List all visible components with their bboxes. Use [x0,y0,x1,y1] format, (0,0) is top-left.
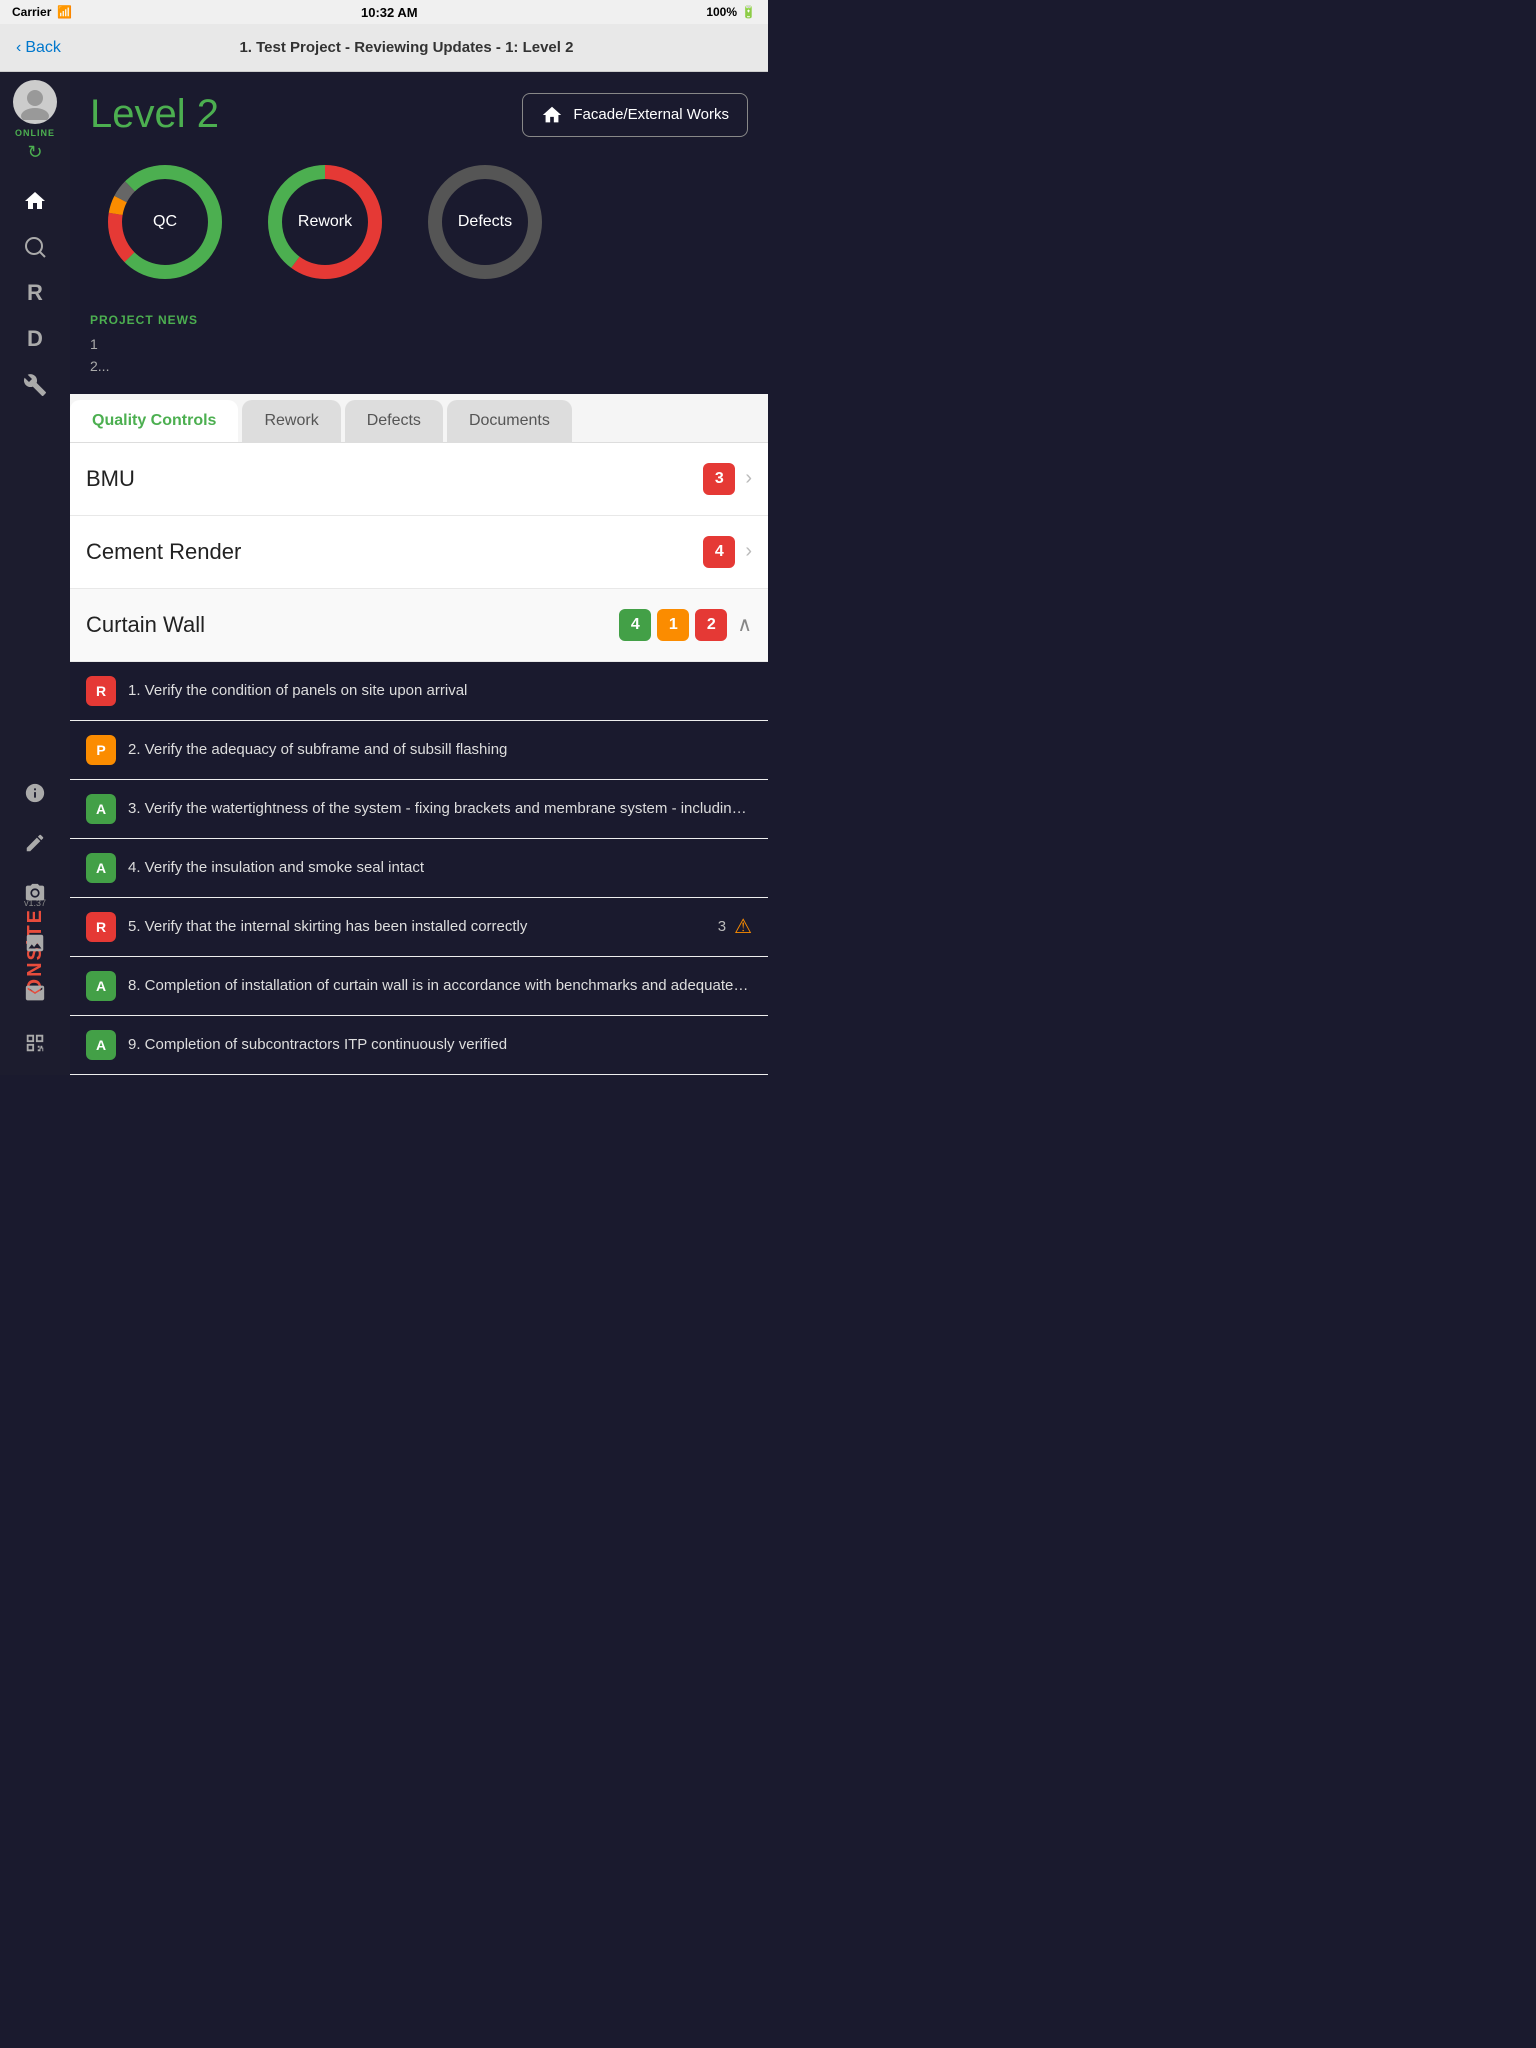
sub-item-4[interactable]: A 4. Verify the insulation and smoke sea… [70,839,768,898]
curtain-wall-chevron-icon: ∧ [737,612,752,637]
news-item-1: 1 [90,333,748,355]
sub-badge-1: R [86,676,116,706]
bmu-label: BMU [86,466,697,492]
status-right: 100% 🔋 [706,5,756,19]
content-area: Level 2 Facade/External Works [70,72,768,1075]
charts-row: QC Rework [90,157,748,287]
news-title: PROJECT NEWS [90,313,748,327]
sub-item-2[interactable]: P 2. Verify the adequacy of subframe and… [70,721,768,780]
main-layout: ONLINE ↻ R D v1.37 ONSiTE [0,72,768,1075]
sub-item-8[interactable]: A 8. Completion of installation of curta… [70,957,768,1016]
sidebar: ONLINE ↻ R D v1.37 ONSiTE [0,72,70,1075]
bmu-chevron-icon: › [745,467,752,490]
curtain-wall-badge-red: 2 [695,609,727,641]
sub-text-9: 9. Completion of subcontractors ITP cont… [128,1035,752,1055]
news-item-2: 2... [90,355,748,377]
sidebar-item-edit[interactable] [13,821,57,865]
location-button[interactable]: Facade/External Works [522,93,748,137]
sidebar-item-home[interactable] [13,179,57,223]
sub-text-1: 1. Verify the condition of panels on sit… [128,681,752,701]
level-number: 2 [197,92,219,136]
status-left: Carrier 📶 [12,5,72,19]
battery-icon: 🔋 [741,5,756,19]
sub-item-5[interactable]: R 5. Verify that the internal skirting h… [70,898,768,957]
tabs-bar: Quality Controls Rework Defects Document… [70,394,768,443]
tab-rework[interactable]: Rework [242,400,340,442]
user-avatar[interactable] [13,80,57,124]
list-item-bmu[interactable]: BMU 3 › [70,443,768,516]
qc-chart[interactable]: QC [100,157,230,287]
list-content: BMU 3 › Cement Render 4 › Curtain Wall 4… [70,443,768,1075]
sidebar-item-mail[interactable] [13,971,57,1015]
rework-donut: Rework [260,157,390,287]
sidebar-item-tools[interactable] [13,363,57,407]
curtain-wall-label: Curtain Wall [86,612,613,638]
warning-icon-5: ⚠ [734,914,752,939]
sub-badge-9: A [86,1030,116,1060]
list-item-cement-render[interactable]: Cement Render 4 › [70,516,768,589]
sidebar-item-image[interactable] [13,921,57,965]
sidebar-item-info[interactable] [13,771,57,815]
qc-label: QC [153,213,177,231]
status-bar: Carrier 📶 10:32 AM 100% 🔋 [0,0,768,24]
back-label: Back [25,39,61,57]
header-section: Level 2 Facade/External Works [70,72,768,303]
time-label: 10:32 AM [361,5,418,20]
refresh-icon[interactable]: ↻ [27,142,42,163]
list-item-curtain-wall[interactable]: Curtain Wall 4 1 2 ∧ [70,589,768,662]
sub-text-8: 8. Completion of installation of curtain… [128,976,752,996]
nav-title: 1. Test Project - Reviewing Updates - 1:… [61,39,752,56]
wifi-icon: 📶 [57,5,72,19]
sub-count-5: 3 [718,918,726,935]
sub-item-9[interactable]: A 9. Completion of subcontractors ITP co… [70,1016,768,1075]
sub-item-3[interactable]: A 3. Verify the watertightness of the sy… [70,780,768,839]
cement-render-label: Cement Render [86,539,697,565]
defects-label: Defects [458,213,512,231]
curtain-wall-badge-orange: 1 [657,609,689,641]
sub-right-5: 3 ⚠ [718,914,752,939]
sidebar-bottom [0,771,70,1075]
back-chevron-icon: ‹ [16,39,21,57]
online-status: ONLINE [15,128,55,138]
sub-badge-3: A [86,794,116,824]
nav-bar: ‹ Back 1. Test Project - Reviewing Updat… [0,24,768,72]
curtain-wall-badge-green: 4 [619,609,651,641]
bmu-badge: 3 [703,463,735,495]
carrier-label: Carrier [12,5,51,19]
sidebar-item-defects[interactable]: D [13,317,57,361]
sub-text-3: 3. Verify the watertightness of the syst… [128,799,752,819]
sub-item-1[interactable]: R 1. Verify the condition of panels on s… [70,662,768,721]
sidebar-item-rework[interactable]: R [13,271,57,315]
sidebar-item-qc[interactable] [13,225,57,269]
sub-text-5: 5. Verify that the internal skirting has… [128,917,718,937]
header-top: Level 2 Facade/External Works [90,92,748,137]
sub-text-4: 4. Verify the insulation and smoke seal … [128,858,752,878]
sub-badge-4: A [86,853,116,883]
sub-text-2: 2. Verify the adequacy of subframe and o… [128,740,752,760]
qc-donut: QC [100,157,230,287]
sub-badge-5: R [86,912,116,942]
tab-defects[interactable]: Defects [345,400,443,442]
tab-documents[interactable]: Documents [447,400,572,442]
tab-quality-controls[interactable]: Quality Controls [70,400,238,442]
level-label: Level [90,92,186,136]
sub-badge-2: P [86,735,116,765]
cement-render-chevron-icon: › [745,540,752,563]
sidebar-item-qrcode[interactable] [13,1021,57,1065]
location-label: Facade/External Works [573,106,729,123]
rework-chart[interactable]: Rework [260,157,390,287]
level-title: Level 2 [90,92,219,137]
news-section: PROJECT NEWS 1 2... [70,303,768,394]
defects-chart[interactable]: Defects [420,157,550,287]
rework-label: Rework [298,213,352,231]
defects-donut: Defects [420,157,550,287]
sub-badge-8: A [86,971,116,1001]
sidebar-item-camera[interactable] [13,871,57,915]
back-button[interactable]: ‹ Back [16,39,61,57]
cement-render-badge: 4 [703,536,735,568]
battery-label: 100% [706,5,737,19]
